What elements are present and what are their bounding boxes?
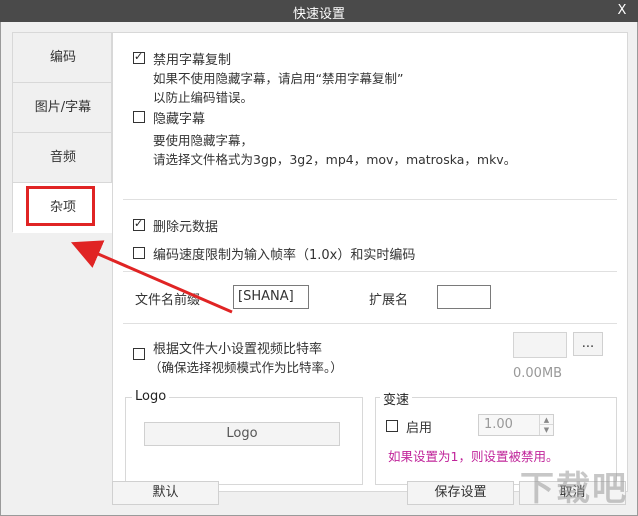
title-bar: 快速设置 X — [0, 0, 638, 22]
filename-prefix-input[interactable]: [SHANA] — [233, 285, 309, 309]
speed-stepper[interactable]: 1.00 ▲ ▼ — [478, 414, 554, 436]
logo-button[interactable]: Logo — [144, 422, 340, 446]
settings-panel: 禁用字幕复制 如果不使用隐藏字幕，请启用“禁用字幕复制” 以防止编码错误。 隐藏… — [112, 32, 628, 492]
divider — [123, 199, 617, 200]
stepper-arrows: ▲ ▼ — [539, 415, 553, 435]
divider — [123, 323, 617, 324]
default-button[interactable]: 默认 — [112, 481, 219, 505]
dialog-window: 编码 图片/字幕 音频 杂项 禁用字幕复制 如果不使用隐藏字幕，请启用“禁用字幕… — [0, 22, 638, 516]
speed-group-title: 变速 — [380, 389, 413, 408]
disable-subtitle-copy-note: 如果不使用隐藏字幕，请启用“禁用字幕复制” — [153, 71, 404, 86]
extension-input[interactable] — [437, 285, 491, 309]
cancel-button[interactable]: 取消 — [519, 481, 626, 505]
bitrate-by-size-label: 根据文件大小设置视频比特率 — [153, 342, 323, 357]
window-title: 快速设置 — [292, 7, 345, 22]
save-settings-button[interactable]: 保存设置 — [407, 481, 514, 505]
tab-misc[interactable]: 杂项 — [13, 183, 113, 233]
speed-enable-checkbox[interactable] — [386, 420, 398, 432]
disable-subtitle-copy-checkbox[interactable] — [133, 50, 145, 64]
disable-subtitle-copy-label: 禁用字幕复制 — [153, 53, 232, 68]
bitrate-by-size-checkbox[interactable] — [133, 348, 145, 360]
sidebar: 编码 图片/字幕 音频 杂项 — [12, 32, 113, 233]
tab-encoding[interactable]: 编码 — [13, 33, 113, 83]
chevron-up-icon[interactable]: ▲ — [540, 415, 553, 425]
hidden-subtitle-checkbox[interactable] — [133, 111, 145, 123]
remove-metadata-checkbox[interactable] — [133, 217, 145, 231]
speed-group: 变速 启用 1.00 ▲ ▼ 如果设置为1，则设置被禁用。 — [375, 389, 617, 485]
limit-speed-checkbox[interactable] — [133, 247, 145, 259]
close-icon[interactable]: X — [614, 2, 630, 20]
tab-picture-subtitle[interactable]: 图片/字幕 — [13, 83, 113, 133]
hidden-subtitle-note: 要使用隐藏字幕， — [153, 133, 254, 148]
disable-subtitle-copy-note-2: 以防止编码错误。 — [153, 90, 254, 105]
filename-prefix-label: 文件名前缀 — [135, 293, 201, 308]
file-size-text: 0.00MB — [513, 366, 563, 381]
chevron-down-icon[interactable]: ▼ — [540, 425, 553, 435]
speed-value: 1.00 — [484, 417, 513, 432]
remove-metadata-label: 删除元数据 — [153, 220, 219, 235]
tab-audio[interactable]: 音频 — [13, 133, 113, 183]
browse-button[interactable]: ... — [573, 332, 603, 356]
logo-group-title: Logo — [132, 389, 170, 404]
hidden-subtitle-label: 隐藏字幕 — [153, 112, 206, 127]
hidden-subtitle-note-2: 请选择文件格式为3gp，3g2，mp4，mov，matroska，mkv。 — [153, 152, 517, 167]
speed-note: 如果设置为1，则设置被禁用。 — [388, 449, 559, 464]
extension-label: 扩展名 — [369, 293, 409, 308]
file-size-input[interactable] — [513, 332, 567, 358]
divider — [123, 271, 617, 272]
bitrate-by-size-note: （确保选择视频模式作为比特率。） — [149, 360, 343, 375]
logo-group: Logo Logo — [125, 389, 363, 485]
speed-enable-label: 启用 — [406, 421, 433, 436]
limit-speed-label: 编码速度限制为输入帧率（1.0x）和实时编码 — [153, 248, 416, 263]
